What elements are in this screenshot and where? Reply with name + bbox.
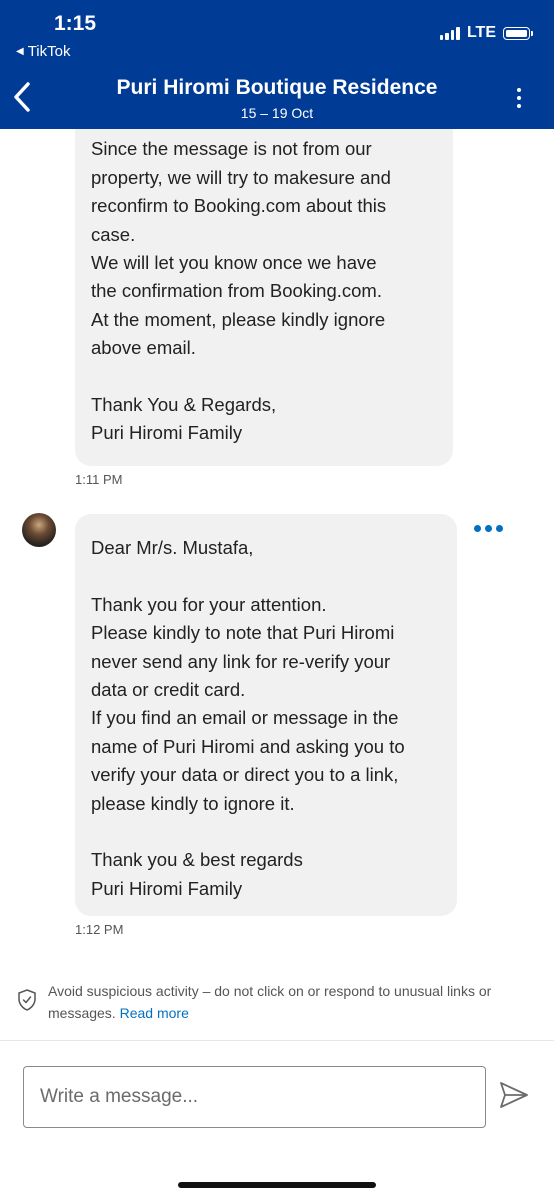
back-triangle-icon: ◀: [16, 46, 24, 57]
message-timestamp: 1:12 PM: [75, 922, 124, 937]
message-input[interactable]: [23, 1066, 486, 1128]
shield-icon: [18, 989, 36, 1011]
status-time: 1:15: [54, 12, 97, 35]
stay-dates: 15 – 19 Oct: [240, 105, 314, 121]
page-title: Puri Hiromi Boutique Residence: [116, 76, 438, 99]
more-dots-icon[interactable]: [474, 525, 503, 532]
status-indicators: LTE: [439, 24, 533, 42]
message-bubble[interactable]: Dear Mr/s. Mustafa, Thank you for your a…: [75, 514, 457, 916]
message-bubble: inconvenience. Since the message is not …: [75, 129, 453, 466]
read-more-link[interactable]: Read more: [120, 1005, 189, 1021]
message-timestamp: 1:11 PM: [75, 472, 123, 487]
home-indicator[interactable]: [178, 1182, 376, 1188]
signal-icon: [439, 26, 460, 40]
avatar: [22, 513, 56, 547]
notice-text: Avoid suspicious activity – do not click…: [48, 983, 492, 1021]
back-to-app-link[interactable]: ◀ TikTok: [16, 43, 70, 60]
app-header: 1:15 ◀ TikTok LTE Puri Hiromi Boutique R…: [0, 0, 554, 129]
divider: [0, 1040, 554, 1041]
back-app-label: TikTok: [27, 43, 71, 60]
battery-icon: [503, 26, 533, 40]
send-icon[interactable]: [498, 1079, 530, 1111]
kebab-menu-icon[interactable]: [516, 88, 522, 108]
message-list[interactable]: inconvenience. Since the message is not …: [0, 129, 554, 967]
network-label: LTE: [466, 24, 496, 41]
